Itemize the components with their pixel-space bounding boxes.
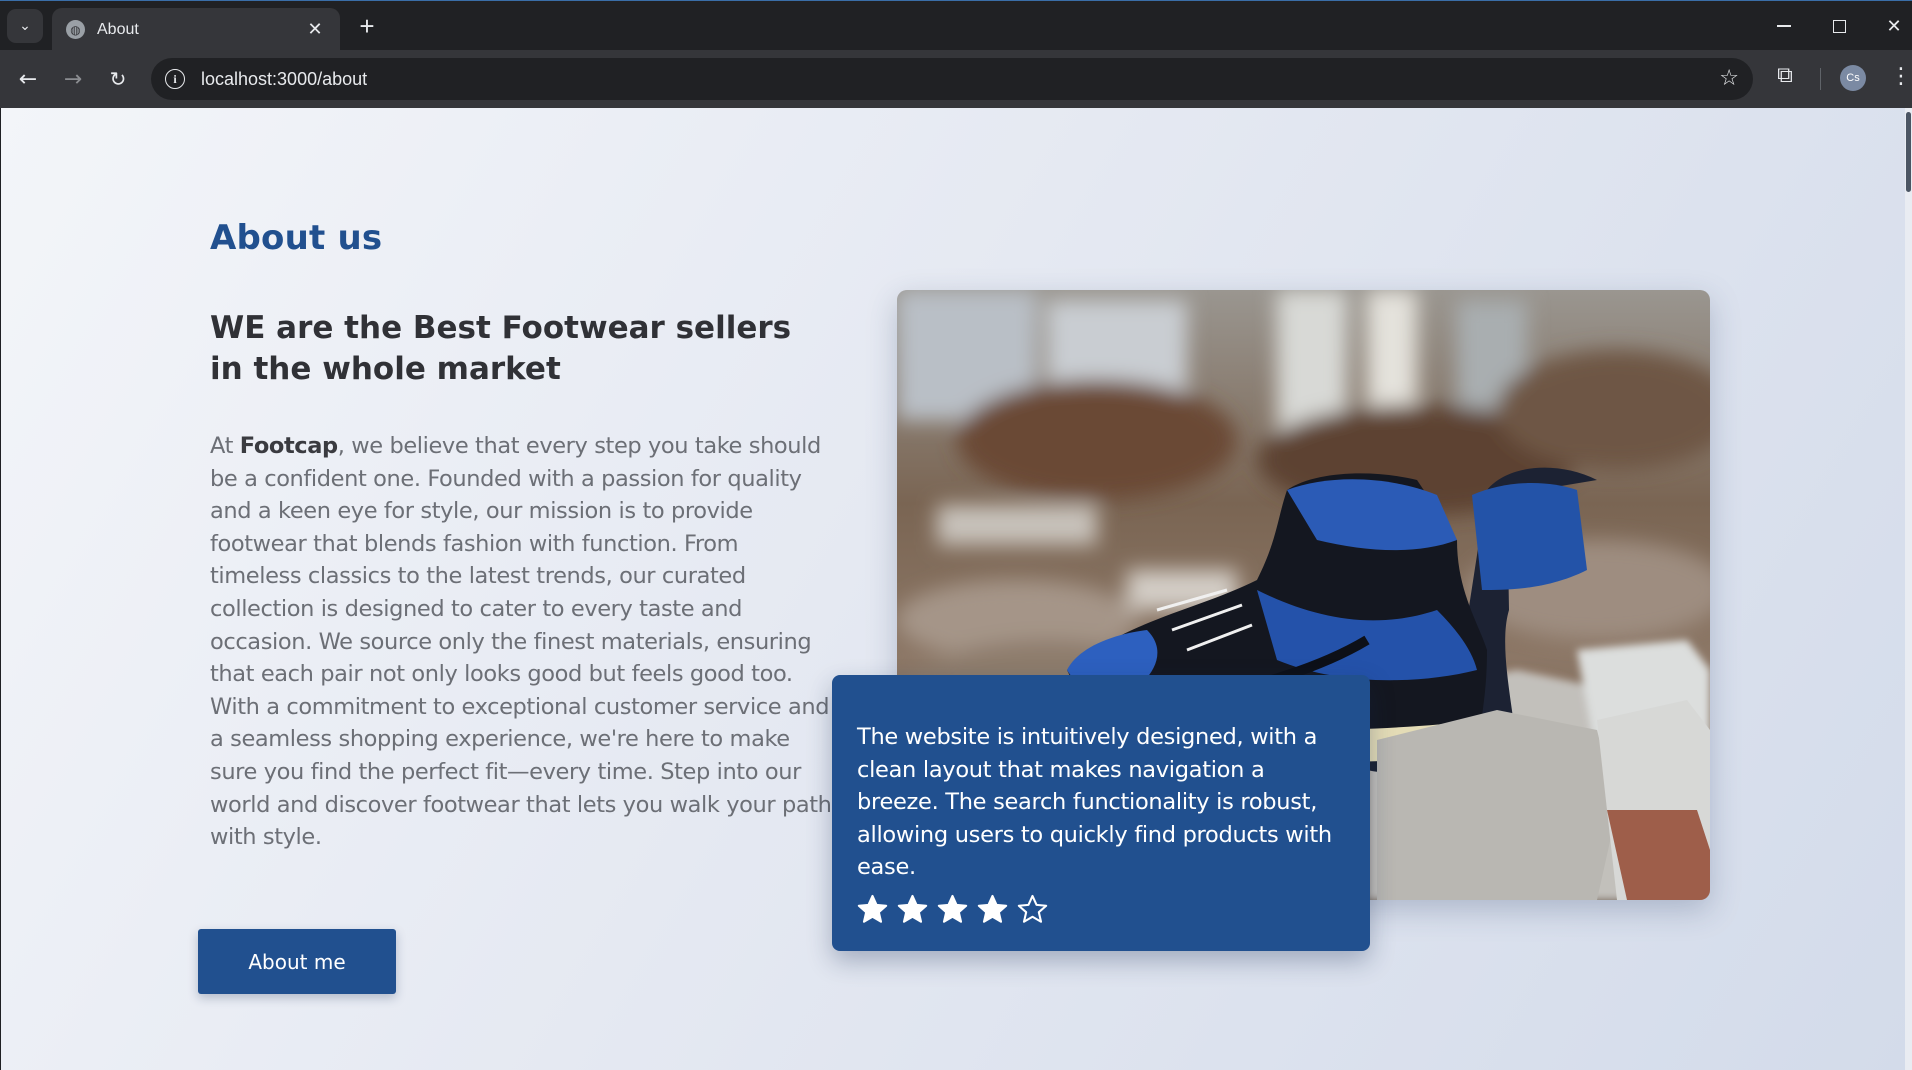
scrollbar-thumb[interactable] (1906, 112, 1911, 192)
new-tab-plus-icon[interactable]: + (352, 11, 382, 41)
tab-search-dropdown-icon[interactable]: ⌄ (7, 9, 43, 43)
page-viewport: About us WE are the Best Footwear seller… (1, 108, 1907, 1070)
browser-toolbar: ← → ↻ i localhost:3000/about ☆ (0, 50, 1912, 108)
star-filled-icon (937, 894, 968, 923)
star-rating (857, 894, 1346, 925)
browser-tab[interactable]: ◍ About ✕ (52, 8, 340, 51)
section-title: About us (210, 218, 383, 258)
toolbar-divider (1820, 68, 1821, 90)
address-bar[interactable]: i localhost:3000/about ☆ (151, 58, 1753, 100)
body-rest: , we believe that every step you take sh… (210, 433, 832, 851)
globe-icon: ◍ (66, 20, 85, 39)
extensions-icon[interactable]: ⧉ (1770, 60, 1800, 90)
about-paragraph: At Footcap, we believe that every step y… (210, 430, 836, 854)
star-filled-icon (977, 894, 1008, 923)
review-text: The website is intuitively designed, wit… (857, 724, 1332, 881)
maximize-icon[interactable] (1819, 9, 1859, 43)
page-scrollbar[interactable] (1905, 108, 1912, 1070)
back-arrow-icon[interactable]: ← (11, 62, 45, 96)
review-card: The website is intuitively designed, wit… (832, 675, 1370, 951)
minimize-icon[interactable] (1764, 9, 1804, 43)
about-me-button[interactable]: About me (198, 929, 396, 994)
star-filled-icon (897, 894, 928, 923)
bookmark-star-icon[interactable]: ☆ (1719, 66, 1739, 91)
forward-arrow-icon[interactable]: → (56, 62, 90, 96)
star-empty-icon (1017, 894, 1048, 923)
reload-icon[interactable]: ↻ (101, 62, 135, 96)
star-filled-icon (857, 894, 888, 923)
close-tab-icon[interactable]: ✕ (304, 19, 326, 40)
close-window-icon[interactable]: ✕ (1874, 9, 1912, 43)
url-text[interactable]: localhost:3000/about (201, 69, 367, 90)
body-prefix: At (210, 433, 240, 459)
profile-avatar[interactable]: Cs (1840, 65, 1866, 91)
brand-name: Footcap (239, 433, 338, 459)
kebab-menu-icon[interactable]: ⋮ (1890, 64, 1912, 89)
info-icon[interactable]: i (165, 69, 185, 89)
tab-title: About (97, 20, 139, 38)
browser-tab-strip: ⌄ ◍ About ✕ + ✕ (0, 0, 1912, 51)
page-headline: WE are the Best Footwear sellers in the … (210, 310, 792, 387)
